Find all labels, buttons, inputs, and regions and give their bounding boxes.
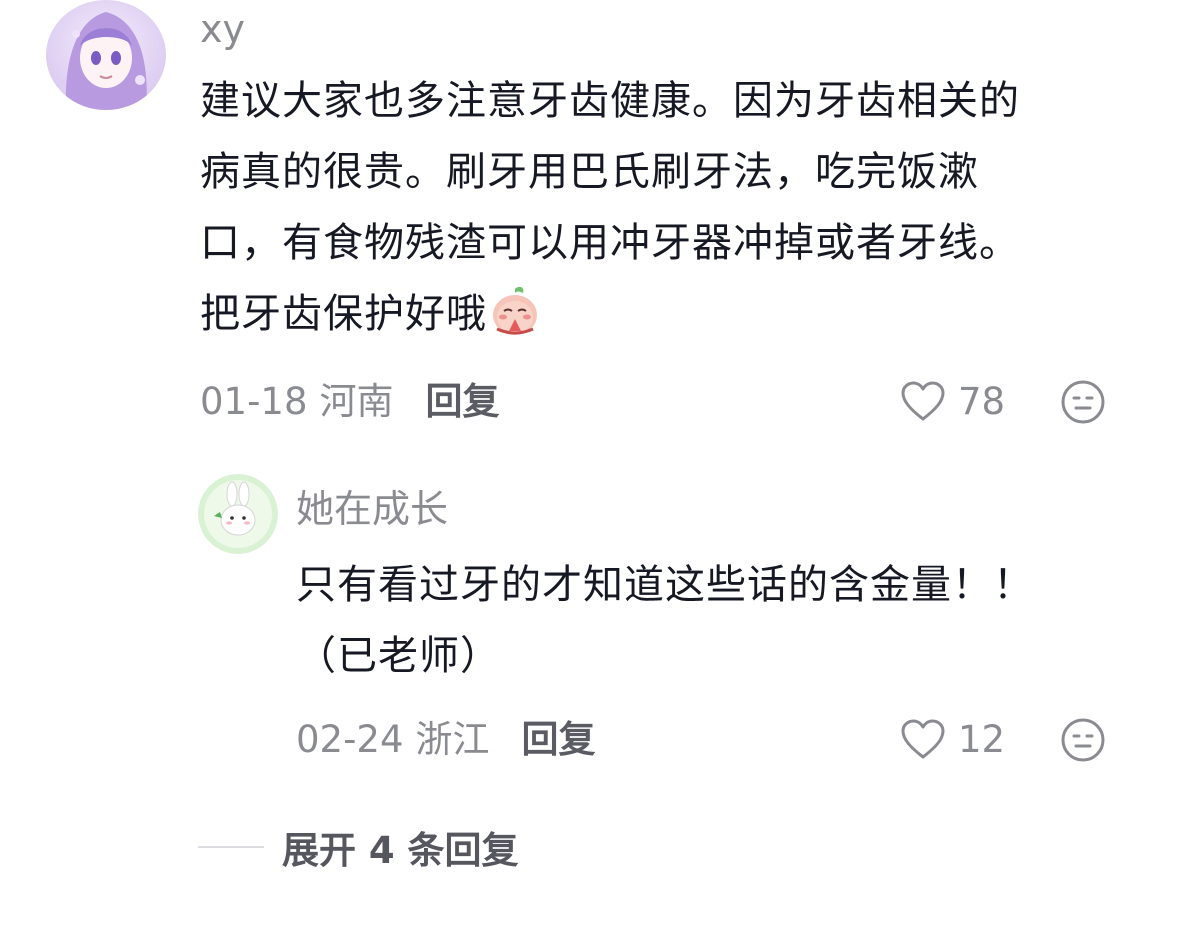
anime-girl-purple-avatar-image: [46, 0, 166, 110]
avatar[interactable]: [46, 0, 166, 110]
comment-text: 只有看过牙的才知道这些话的含金量！！ （已老师）: [296, 550, 1034, 692]
like-button[interactable]: 12: [900, 718, 1005, 760]
comment-username[interactable]: 她在成长: [296, 490, 448, 528]
white-bunny-avatar-image: [198, 474, 278, 554]
comment-meta: 02-24 浙江 回复: [296, 721, 596, 758]
like-button[interactable]: 78: [900, 380, 1005, 422]
comment-text-line: （已老师）: [296, 633, 501, 679]
neutral-face-icon: [1061, 380, 1105, 424]
dislike-button[interactable]: [1060, 717, 1106, 767]
comment-date: 01-18: [200, 380, 308, 423]
comment-text-last-line: 把牙齿保护好哦: [200, 279, 1020, 350]
like-count: 78: [958, 379, 1006, 423]
comment-date: 02-24: [296, 718, 404, 761]
like-count: 12: [958, 717, 1006, 761]
heart-outline-icon: [901, 719, 945, 759]
expand-replies-label: 展开 4 条回复: [282, 829, 519, 872]
reply-button[interactable]: 回复: [522, 721, 596, 758]
comment-username[interactable]: xy: [200, 10, 245, 48]
comment-text-line: 病真的很贵。刷牙用巴氏刷牙法，吃完饭漱: [200, 149, 979, 195]
avatar[interactable]: [198, 474, 278, 554]
expand-divider: [198, 846, 264, 848]
comment-text-line: 只有看过牙的才知道这些话的含金量！！: [296, 562, 1034, 608]
neutral-face-icon: [1061, 718, 1105, 762]
reply-button[interactable]: 回复: [426, 383, 500, 420]
comment-region: 河南: [319, 380, 394, 423]
peach-praying-sticker-icon: [489, 285, 541, 337]
comment-text-line: 把牙齿保护好哦: [200, 291, 487, 337]
comment-text-line: 建议大家也多注意牙齿健康。因为牙齿相关的: [200, 78, 1020, 124]
comment-region: 浙江: [415, 718, 490, 761]
dislike-button[interactable]: [1060, 379, 1106, 429]
comment-meta: 01-18 河南 回复: [200, 383, 500, 420]
comment-text: 建议大家也多注意牙齿健康。因为牙齿相关的 病真的很贵。刷牙用巴氏刷牙法，吃完饭漱…: [200, 66, 1020, 350]
heart-outline-icon: [901, 381, 945, 421]
comment-text-line: 口，有食物残渣可以用冲牙器冲掉或者牙线。: [200, 220, 1020, 266]
expand-replies-button[interactable]: 展开 4 条回复: [198, 820, 519, 874]
